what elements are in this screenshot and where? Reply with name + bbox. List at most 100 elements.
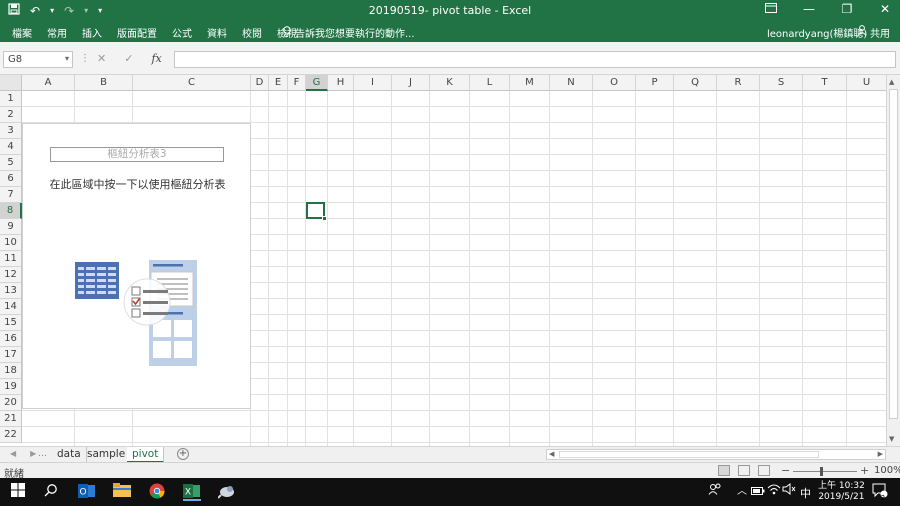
- close-icon[interactable]: ✕: [876, 2, 894, 16]
- scroll-left-icon[interactable]: ◀: [549, 450, 554, 458]
- row-header-8[interactable]: 8: [0, 203, 22, 219]
- row-header-1[interactable]: 1: [0, 91, 22, 107]
- vertical-scrollbar[interactable]: ▲ ▼: [886, 75, 900, 446]
- tab-data[interactable]: 資料: [207, 25, 227, 40]
- row-header-18[interactable]: 18: [0, 363, 22, 379]
- column-header-u[interactable]: U: [847, 75, 886, 91]
- restore-icon[interactable]: ❐: [838, 2, 856, 16]
- file-explorer-icon[interactable]: [113, 483, 131, 501]
- tab-review[interactable]: 校閱: [242, 25, 262, 40]
- name-box[interactable]: G8 ▾: [3, 51, 73, 68]
- row-header-13[interactable]: 13: [0, 283, 22, 299]
- column-header-g[interactable]: G: [306, 75, 328, 91]
- outlook-icon[interactable]: O: [78, 483, 96, 501]
- row-header-2[interactable]: 2: [0, 107, 22, 123]
- scroll-up-icon[interactable]: ▲: [889, 78, 894, 86]
- row-header-19[interactable]: 19: [0, 379, 22, 395]
- column-header-o[interactable]: O: [593, 75, 636, 91]
- row-header-9[interactable]: 9: [0, 219, 22, 235]
- active-cell[interactable]: [306, 202, 327, 221]
- chevron-down-icon[interactable]: ▾: [65, 54, 69, 63]
- column-header-h[interactable]: H: [328, 75, 354, 91]
- share-button[interactable]: 共用: [857, 25, 890, 40]
- row-header-17[interactable]: 17: [0, 347, 22, 363]
- column-header-l[interactable]: L: [470, 75, 510, 91]
- column-header-k[interactable]: K: [430, 75, 470, 91]
- row-header-4[interactable]: 4: [0, 139, 22, 155]
- column-header-r[interactable]: R: [717, 75, 760, 91]
- column-header-e[interactable]: E: [269, 75, 288, 91]
- user-account[interactable]: leonardyang(楊鎮聰): [767, 25, 867, 40]
- page-layout-view-icon[interactable]: [738, 465, 750, 476]
- row-header-21[interactable]: 21: [0, 411, 22, 427]
- cancel-icon[interactable]: ✕: [97, 52, 106, 65]
- zoom-level[interactable]: 100%: [874, 465, 900, 476]
- tab-page-layout[interactable]: 版面配置: [117, 25, 157, 40]
- column-header-c[interactable]: C: [133, 75, 251, 91]
- column-header-s[interactable]: S: [760, 75, 803, 91]
- row-header-20[interactable]: 20: [0, 395, 22, 411]
- column-header-i[interactable]: I: [354, 75, 392, 91]
- row-header-16[interactable]: 16: [0, 331, 22, 347]
- more-sheets-icon[interactable]: …: [38, 449, 47, 459]
- insert-function-icon[interactable]: fx: [151, 52, 161, 65]
- row-header-3[interactable]: 3: [0, 123, 22, 139]
- column-header-a[interactable]: A: [22, 75, 75, 91]
- column-header-p[interactable]: P: [636, 75, 674, 91]
- row-header-6[interactable]: 6: [0, 171, 22, 187]
- column-header-n[interactable]: N: [550, 75, 593, 91]
- column-header-t[interactable]: T: [803, 75, 847, 91]
- column-header-d[interactable]: D: [251, 75, 269, 91]
- search-icon[interactable]: [42, 483, 60, 501]
- worksheet-grid[interactable]: ABCDEFGHIJKLMNOPQRSTU 1 2 3 4 5 6 7 8 9 10 11 12 13 1…: [0, 75, 886, 446]
- sheet-tab-sample[interactable]: sample: [82, 447, 132, 463]
- horizontal-scroll-thumb[interactable]: [559, 451, 819, 458]
- scroll-down-icon[interactable]: ▼: [889, 435, 894, 443]
- add-sheet-icon[interactable]: +: [177, 448, 189, 460]
- column-header-m[interactable]: M: [510, 75, 550, 91]
- column-header-q[interactable]: Q: [674, 75, 717, 91]
- row-header-5[interactable]: 5: [0, 155, 22, 171]
- tell-me-box[interactable]: 告訴我您想要執行的動作...: [283, 25, 415, 40]
- zoom-out-icon[interactable]: −: [781, 464, 790, 477]
- chrome-icon[interactable]: [148, 483, 166, 501]
- notification-center-icon[interactable]: 2: [871, 483, 889, 502]
- fill-handle[interactable]: [322, 216, 327, 221]
- scroll-right-icon[interactable]: ▶: [878, 450, 883, 458]
- tab-home[interactable]: 常用: [47, 25, 67, 40]
- ime-indicator[interactable]: 中: [800, 485, 811, 501]
- pivot-table-placeholder[interactable]: 樞紐分析表3 在此區域中按一下以使用樞紐分析表: [22, 123, 251, 409]
- app-bird-icon[interactable]: [217, 483, 236, 501]
- minimize-icon[interactable]: —: [800, 2, 818, 16]
- zoom-slider-thumb[interactable]: [820, 467, 823, 476]
- zoom-slider[interactable]: [793, 471, 857, 472]
- formula-input[interactable]: [174, 51, 896, 68]
- row-header-15[interactable]: 15: [0, 315, 22, 331]
- row-header-14[interactable]: 14: [0, 299, 22, 315]
- zoom-in-icon[interactable]: +: [860, 464, 869, 477]
- column-header-b[interactable]: B: [75, 75, 133, 91]
- row-header-10[interactable]: 10: [0, 235, 22, 251]
- volume-icon[interactable]: [780, 483, 798, 501]
- prev-sheet-icon[interactable]: ◀: [10, 449, 16, 458]
- excel-icon[interactable]: X: [183, 483, 201, 501]
- sheet-tab-pivot[interactable]: pivot: [127, 447, 165, 463]
- next-sheet-icon[interactable]: ▶: [30, 449, 36, 458]
- vertical-scroll-thumb[interactable]: [889, 89, 898, 419]
- system-clock[interactable]: 上午 10:32 2019/5/21: [818, 481, 865, 503]
- horizontal-scrollbar[interactable]: ◀ ▶: [546, 449, 886, 460]
- drag-handle-icon[interactable]: ⋮: [80, 53, 90, 64]
- tab-file[interactable]: 檔案: [12, 25, 32, 40]
- page-break-view-icon[interactable]: [758, 465, 770, 476]
- enter-icon[interactable]: ✓: [124, 52, 133, 65]
- column-header-j[interactable]: J: [392, 75, 430, 91]
- column-header-f[interactable]: F: [288, 75, 306, 91]
- tab-insert[interactable]: 插入: [82, 25, 102, 40]
- normal-view-icon[interactable]: [718, 465, 730, 476]
- row-header-22[interactable]: 22: [0, 427, 22, 443]
- row-header-11[interactable]: 11: [0, 251, 22, 267]
- row-header-12[interactable]: 12: [0, 267, 22, 283]
- people-icon[interactable]: [706, 483, 724, 501]
- windows-start-icon[interactable]: [9, 483, 27, 501]
- ribbon-display-icon[interactable]: [762, 2, 780, 16]
